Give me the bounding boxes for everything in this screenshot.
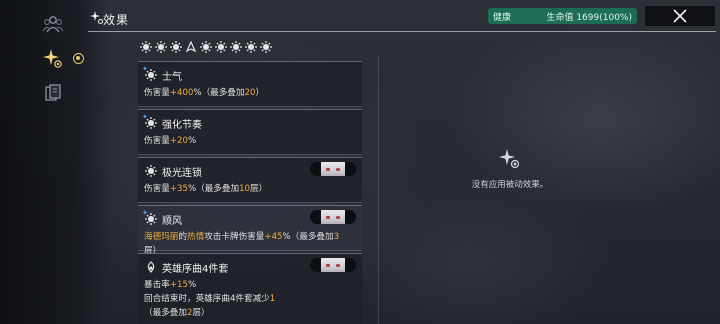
passive-effects-empty-state: 没有应用被动效果。 [470,148,550,190]
header-divider [88,31,716,32]
sun-icon[interactable] [259,40,273,54]
effect-card-morale[interactable]: ✦ 士气 伤害量+400%（最多叠加20） [138,61,362,107]
close-button[interactable] [645,6,715,26]
effect-description: 伤害量+20% [144,136,197,146]
sidebar-item-cards[interactable] [40,80,66,106]
effect-icon-row [139,40,273,54]
effect-list[interactable]: ✦ 士气 伤害量+400%（最多叠加20） ✦ 强化节奏 伤害量+20% 极光连… [138,61,362,324]
cards-icon [45,84,61,101]
close-icon [673,9,687,23]
rhythm-icon: ✦ [142,113,158,130]
wind-icon: ✦ [142,209,158,226]
effect-card-heroic-overture[interactable]: 英雄序曲4件套 暴击率+15% 回合结束时，英雄序曲4件套减少1 （最多叠加2层… [138,253,362,324]
effect-description: 暴击率+15% 回合结束时，英雄序曲4件套减少1 （最多叠加2层） [144,280,276,318]
effect-name: 士气 [162,71,182,83]
effect-name: 英雄序曲4件套 [162,263,229,275]
character-portrait [310,210,356,224]
aurora-icon[interactable] [169,40,183,54]
morale-icon: ✦ [142,65,158,82]
effect-card-tailwind[interactable]: ✦ 顺风 海德玛丽的热情攻击卡牌伤害量+45%（最多叠加3层） [138,205,362,256]
sidebar-item-team[interactable] [40,11,66,37]
overture-icon [144,260,158,274]
rhythm-icon[interactable] [154,40,168,54]
sidebar [0,0,110,324]
sidebar-item-effects[interactable] [40,46,66,72]
effect-name: 极光连锁 [162,167,202,179]
effect-name: 顺风 [162,215,182,227]
aurora-icon [144,164,158,178]
health-status-label: 健康 [493,12,512,23]
team-icon [42,16,64,33]
empty-state-text: 没有应用被动效果。 [471,180,549,190]
effect-description: 伤害量+35%（最多叠加10层） [144,184,268,194]
panel-divider [378,56,379,324]
effect-card-aurora-chain[interactable]: 极光连锁 伤害量+35%（最多叠加10层） [138,157,362,203]
wind-icon[interactable] [184,40,198,54]
sun-icon[interactable] [229,40,243,54]
hp-value: 生命值 1699(100%) [546,12,632,23]
effect-description: 伤害量+400%（最多叠加20） [144,88,265,98]
passive-sparkle-icon [499,149,520,169]
rhythm-icon[interactable] [244,40,258,54]
sun-icon[interactable] [199,40,213,54]
effects-sparkle-icon [43,49,62,68]
morale-icon[interactable] [214,40,228,54]
character-portrait [310,258,356,272]
header-sparkle-icon [90,11,103,24]
active-indicator-icon [73,53,84,64]
page-title: 效果 [103,12,130,27]
health-status-badge: 健康 生命值 1699(100%) [488,8,637,24]
effect-name: 强化节奏 [162,119,202,131]
effect-card-enhanced-rhythm[interactable]: ✦ 强化节奏 伤害量+20% [138,109,362,155]
character-portrait [310,162,356,176]
morale-icon[interactable] [139,40,153,54]
